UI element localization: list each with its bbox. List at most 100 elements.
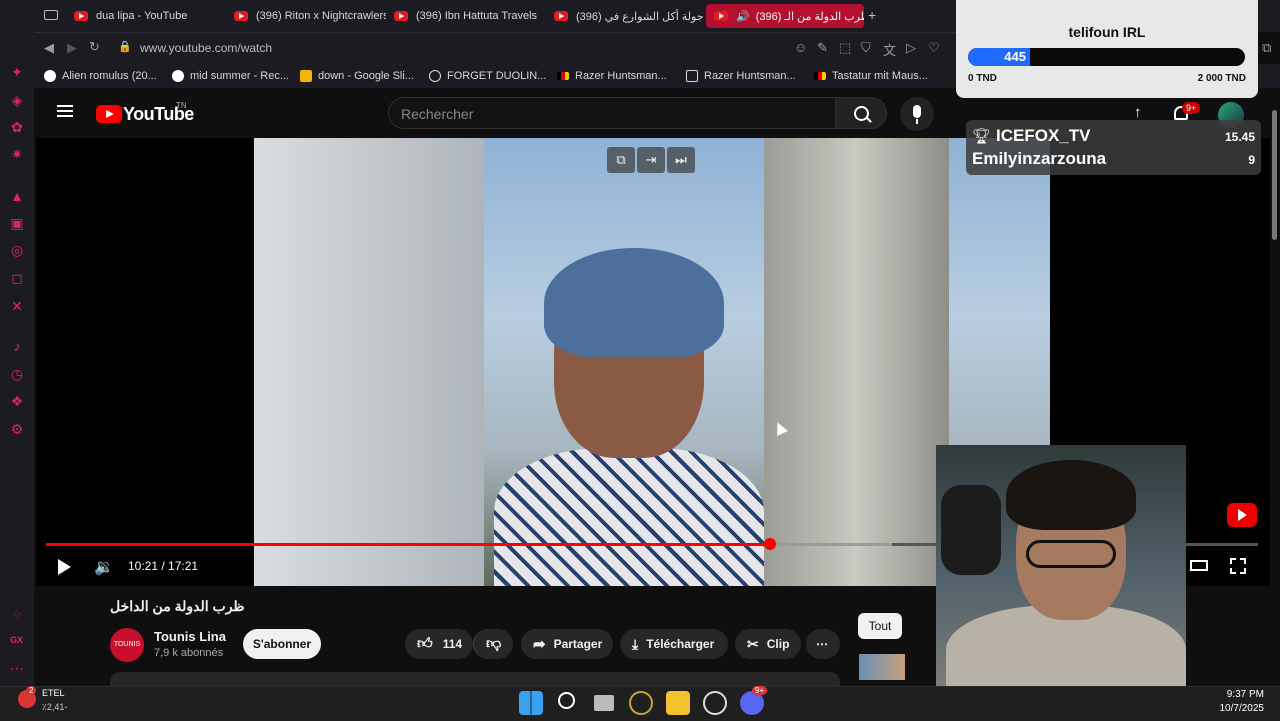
opera-gx-taskbar-icon[interactable] bbox=[629, 691, 653, 715]
download-button[interactable]: ⤓ Télécharger bbox=[620, 629, 728, 659]
sidebar-messenger-icon[interactable]: ◎ bbox=[9, 242, 25, 258]
sidebar-mods-icon[interactable]: ✷ bbox=[9, 146, 25, 162]
clock-time: 9:37 PM bbox=[1226, 689, 1264, 700]
recommendation-thumbnail[interactable] bbox=[859, 654, 905, 680]
sidebar-aria-icon[interactable]: ▲ bbox=[9, 188, 25, 204]
player-popout-icon[interactable]: ⇥ bbox=[637, 147, 665, 173]
notification-badge: 9+ bbox=[1182, 102, 1201, 114]
sidebar-pin-icon[interactable]: ✧ bbox=[9, 606, 25, 622]
send-icon[interactable]: ▷ bbox=[906, 40, 916, 56]
bookmark-midsummer[interactable]: mid summer - Rec... bbox=[172, 68, 289, 84]
clip-button[interactable]: ✂ Clip bbox=[735, 629, 801, 659]
back-icon[interactable]: ◀ bbox=[44, 40, 54, 56]
glasses bbox=[1026, 540, 1116, 568]
youtube-favicon-icon bbox=[554, 11, 568, 21]
translate-icon[interactable]: 文 bbox=[883, 40, 896, 59]
lock-icon: 🔒 bbox=[118, 41, 132, 53]
shield-icon[interactable]: ⛉ bbox=[861, 40, 871, 56]
donation-goal-widget: telifoun IRL 445 0 TND 2 000 TND bbox=[956, 0, 1258, 98]
streamer-hair bbox=[1006, 460, 1136, 530]
flag-icon bbox=[557, 72, 569, 80]
subscribe-button[interactable]: S'abonner bbox=[243, 629, 321, 659]
subscribe-watermark-icon[interactable] bbox=[1227, 503, 1257, 527]
scrollbar-thumb[interactable] bbox=[1272, 110, 1277, 240]
share-label: Partager bbox=[553, 637, 603, 651]
bookmark-alien[interactable]: Alien romulus (20... bbox=[44, 68, 157, 84]
heart-icon[interactable]: ♡ bbox=[928, 40, 940, 56]
voice-search-button[interactable] bbox=[900, 97, 934, 131]
forward-icon[interactable]: ▶ bbox=[67, 40, 77, 56]
task-view-icon[interactable] bbox=[594, 695, 614, 711]
taskbar-search-icon[interactable] bbox=[558, 692, 575, 709]
thumbs-up-icon: 👍︎ bbox=[417, 635, 433, 652]
sidebar-more-icon[interactable]: ⋯ bbox=[9, 660, 25, 676]
bookmark-razer-1[interactable]: Razer Huntsman... bbox=[557, 68, 667, 84]
youtube-logo-icon[interactable] bbox=[96, 105, 122, 123]
new-tab-icon[interactable]: + bbox=[868, 7, 876, 23]
description-box[interactable] bbox=[110, 672, 840, 686]
url-field[interactable]: www.youtube.com/watch bbox=[140, 41, 272, 55]
region-code: TN bbox=[176, 101, 187, 110]
extensions-puzzle-icon[interactable]: ⧉ bbox=[1262, 40, 1271, 56]
emoji-icon[interactable]: ☺ bbox=[794, 40, 807, 55]
sidebar-settings-icon[interactable]: ⚙ bbox=[9, 421, 25, 437]
share-button[interactable]: ➦ Partager bbox=[521, 629, 613, 659]
bookmark-duolingo[interactable]: FORGET DUOLIN... bbox=[429, 68, 546, 84]
sidebar-instagram-icon[interactable]: ◻ bbox=[9, 270, 25, 286]
search-button[interactable] bbox=[835, 97, 887, 129]
like-button[interactable]: 👍︎ 114 bbox=[405, 629, 473, 659]
sidebar-cleaner-icon[interactable]: ✿ bbox=[9, 119, 25, 135]
google-icon bbox=[44, 70, 56, 82]
bookmark-tastatur[interactable]: Tastatur mit Maus... bbox=[814, 68, 928, 84]
bookmark-slides[interactable]: down - Google Sli... bbox=[300, 68, 414, 84]
tab-active[interactable]: 🔊 (396) ظرب الدولة من الـ bbox=[706, 4, 864, 28]
fullscreen-icon[interactable] bbox=[1230, 558, 1246, 574]
bookmark-razer-2[interactable]: Razer Huntsman... bbox=[686, 68, 796, 84]
tab-ibn-hattuta[interactable]: (396) Ibn Hattuta Travels bbox=[386, 4, 546, 28]
webcam-overlay bbox=[936, 445, 1186, 686]
sidebar-history-icon[interactable]: ◷ bbox=[9, 366, 25, 382]
filter-chip-all[interactable]: Tout bbox=[858, 613, 902, 639]
speaker-icon[interactable]: 🔊 bbox=[736, 10, 750, 23]
donor-leaderboard: 🏆︎ ICEFOX_TV 15.45 Emilyinzarzouna 9 bbox=[966, 120, 1261, 175]
like-count: 114 bbox=[442, 637, 463, 651]
sidebar-twitch-icon[interactable]: ▣ bbox=[9, 215, 25, 231]
video-frame[interactable] bbox=[254, 138, 1050, 586]
sidebar-gamepad-icon[interactable]: ✦ bbox=[9, 64, 25, 80]
tab-label: (396) Ibn Hattuta Travels bbox=[416, 10, 538, 22]
bookmark-label: Alien romulus (20... bbox=[62, 70, 157, 82]
player-skip-icon[interactable]: ⏭ bbox=[667, 147, 695, 173]
sidebar-music-icon[interactable]: ♪ bbox=[9, 338, 25, 354]
youtube-favicon-icon bbox=[234, 11, 248, 21]
leader-name-2: Emilyinzarzouna bbox=[972, 149, 1107, 168]
upload-icon[interactable]: ↑ bbox=[1134, 104, 1142, 121]
tab-riton[interactable]: (396) Riton x Nightcrawlers bbox=[226, 4, 386, 28]
tab-overview-icon[interactable] bbox=[44, 10, 58, 20]
screenshot-icon[interactable]: ⬚ bbox=[839, 40, 851, 56]
system-clock[interactable]: 9:37 PM 10/7/2025 bbox=[1220, 688, 1265, 716]
search-input[interactable]: Rechercher bbox=[388, 97, 836, 129]
more-actions-button[interactable]: ⋯ bbox=[806, 629, 840, 659]
volume-icon[interactable]: 🔉 bbox=[94, 557, 114, 577]
youtube-favicon-icon bbox=[74, 11, 88, 21]
theater-mode-icon[interactable] bbox=[1190, 560, 1208, 571]
reload-icon[interactable]: ↻ bbox=[89, 39, 100, 55]
file-explorer-icon[interactable] bbox=[666, 691, 690, 715]
dislike-button[interactable]: 👎︎ bbox=[473, 629, 513, 659]
sidebar-x-icon[interactable]: ✕ bbox=[9, 298, 25, 314]
pillar bbox=[764, 138, 949, 586]
sidebar-extensions-icon[interactable]: ❖ bbox=[9, 393, 25, 409]
player-miniplayer-icon[interactable]: ⧉ bbox=[607, 147, 635, 173]
channel-name[interactable]: Tounis Lina bbox=[154, 629, 226, 644]
tab-street-food[interactable]: (396) جولة أكل الشوارع في bbox=[546, 4, 706, 28]
weather-sub: ٪2,41- bbox=[42, 702, 68, 712]
taskbar-app-icon[interactable] bbox=[703, 691, 727, 715]
play-button[interactable] bbox=[58, 559, 71, 575]
scrubber-handle[interactable] bbox=[764, 538, 776, 550]
pin-icon[interactable]: ✎ bbox=[817, 40, 828, 56]
sidebar-control-icon[interactable]: ◈ bbox=[9, 92, 25, 108]
tab-dua-lipa[interactable]: dua lipa - YouTube bbox=[66, 4, 226, 28]
windows-start-icon[interactable] bbox=[519, 691, 543, 715]
channel-avatar[interactable]: TOUNIS LINA bbox=[110, 628, 144, 682]
menu-icon[interactable] bbox=[57, 105, 73, 117]
